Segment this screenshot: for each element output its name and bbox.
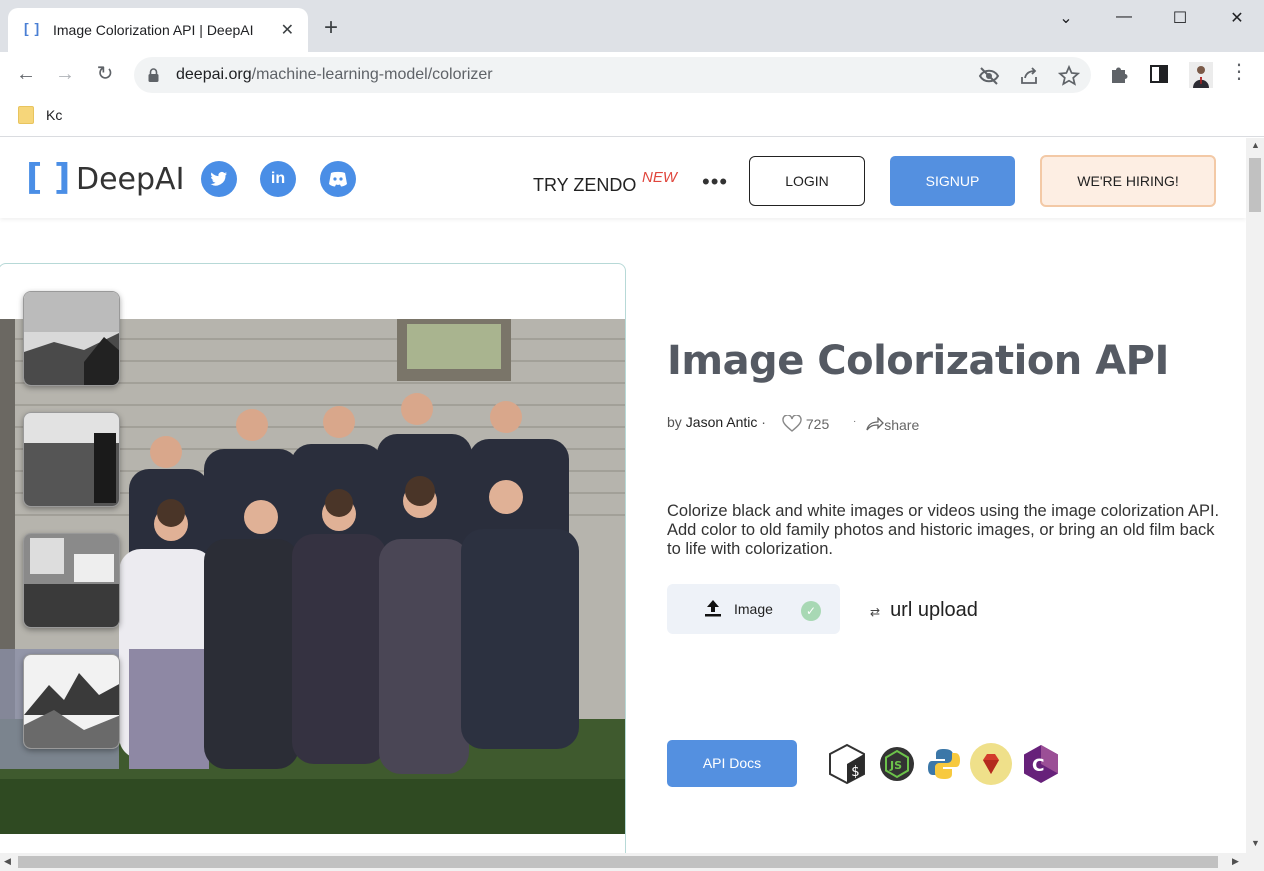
demo-image-card xyxy=(0,263,626,853)
forward-arrow-icon[interactable]: → xyxy=(53,63,77,85)
logo-bracket-right: ] xyxy=(54,157,71,198)
bookmarks-bar: Kc xyxy=(0,98,1264,137)
logo-name: DeepAI xyxy=(76,162,185,197)
web-page: [ ] DeepAI in TRY ZENDO NEW ••• LOGIN SI… xyxy=(0,138,1246,853)
new-badge: NEW xyxy=(642,169,677,186)
try-zendo-link[interactable]: TRY ZENDO xyxy=(533,175,636,196)
csharp-icon[interactable]: C xyxy=(1020,743,1062,785)
new-tab-button[interactable]: + xyxy=(324,16,338,40)
shell-icon[interactable]: $ xyxy=(826,743,868,785)
twitter-icon[interactable] xyxy=(201,161,237,197)
model-description: Colorize black and white images or video… xyxy=(667,502,1220,558)
maximize-icon[interactable]: ☐ xyxy=(1165,8,1195,28)
vertical-scroll-thumb[interactable] xyxy=(1249,158,1261,212)
folder-icon xyxy=(18,106,34,124)
sample-thumbnail-protest[interactable] xyxy=(23,533,120,628)
share-link[interactable]: · share xyxy=(853,416,920,433)
svg-text:JS: JS xyxy=(889,759,902,772)
svg-text:$: $ xyxy=(851,764,859,780)
vertical-scrollbar[interactable]: ▲ ▼ xyxy=(1246,138,1264,853)
sample-thumbnail-peaks[interactable] xyxy=(23,654,120,749)
byline-separator: · xyxy=(761,414,766,430)
tab-close-icon[interactable]: ✕ xyxy=(281,20,294,40)
tab-strip: [ ] Image Colorization API | DeepAI ✕ + … xyxy=(0,0,1264,52)
scroll-down-arrow-icon[interactable]: ▼ xyxy=(1251,838,1260,848)
logo-bracket-left: [ xyxy=(26,157,43,198)
horizontal-scrollbar[interactable]: ◀ ▶ xyxy=(0,853,1264,871)
bookmark-star-icon[interactable] xyxy=(1058,65,1080,87)
thumbnail-mountain-image xyxy=(24,292,119,385)
scroll-right-arrow-icon[interactable]: ▶ xyxy=(1232,856,1239,867)
upload-icon xyxy=(705,600,721,617)
tab-search-chevron-down-icon[interactable]: ⌄ xyxy=(1051,8,1081,28)
svg-text:C: C xyxy=(1032,756,1044,776)
like-count: 725 xyxy=(805,416,830,432)
browser-toolbar: ← → ↻ deepai.org/machine-learning-model/… xyxy=(0,52,1264,98)
thumbnail-crowd-image xyxy=(24,413,119,506)
author-link[interactable]: Jason Antic xyxy=(686,414,758,430)
page-title: Image Colorization API xyxy=(667,338,1169,384)
linkedin-glyph: in xyxy=(270,170,286,187)
hiring-button[interactable]: WE'RE HIRING! xyxy=(1040,155,1216,207)
tab-title: Image Colorization API | DeepAI xyxy=(53,22,254,38)
browser-tab[interactable]: [ ] Image Colorization API | DeepAI ✕ xyxy=(8,8,308,52)
signup-button[interactable]: SIGNUP xyxy=(890,156,1015,206)
api-docs-button[interactable]: API Docs xyxy=(667,740,797,787)
nodejs-icon[interactable]: JS xyxy=(876,743,918,785)
scroll-left-arrow-icon[interactable]: ◀ xyxy=(4,856,11,867)
extensions-puzzle-icon[interactable] xyxy=(1108,63,1130,85)
share-separator: · xyxy=(853,416,857,427)
lock-icon xyxy=(148,68,159,82)
url-upload-toggle[interactable]: ⇄ url upload xyxy=(870,599,978,622)
byline: by Jason Antic · xyxy=(667,414,766,430)
address-bar[interactable]: deepai.org/machine-learning-model/colori… xyxy=(134,57,1091,93)
upload-image-label: Image xyxy=(734,601,773,617)
profile-avatar-icon[interactable] xyxy=(1189,62,1213,88)
back-arrow-icon[interactable]: ← xyxy=(14,63,38,85)
share-arrow-icon xyxy=(866,416,885,431)
scroll-up-arrow-icon[interactable]: ▲ xyxy=(1251,140,1260,150)
discord-icon[interactable] xyxy=(320,161,356,197)
upload-image-button[interactable]: Image ✓ xyxy=(667,584,840,634)
deepai-favicon-icon: [ ] xyxy=(24,20,41,36)
heart-icon xyxy=(782,414,802,432)
horizontal-scroll-thumb[interactable] xyxy=(18,856,1218,868)
sample-thumbnail-mountain[interactable] xyxy=(23,291,120,386)
site-header: [ ] DeepAI in TRY ZENDO NEW ••• LOGIN SI… xyxy=(0,138,1246,218)
like-button[interactable]: 725 xyxy=(782,414,830,433)
linkedin-icon[interactable]: in xyxy=(260,161,296,197)
reload-icon[interactable]: ↻ xyxy=(93,63,117,85)
share-icon[interactable] xyxy=(1018,65,1040,87)
thumbnail-protest-image xyxy=(24,534,119,627)
thumbnail-peaks-image xyxy=(24,655,119,748)
url-upload-label: url upload xyxy=(890,599,978,621)
share-label: share xyxy=(884,417,920,433)
sample-thumbnail-crowd[interactable] xyxy=(23,412,120,507)
login-button[interactable]: LOGIN xyxy=(749,156,865,206)
url-path: /machine-learning-model/colorizer xyxy=(251,66,493,83)
by-label: by xyxy=(667,414,682,430)
more-menu-button[interactable]: ••• xyxy=(702,169,728,195)
menu-kebab-icon[interactable]: ⋮ xyxy=(1227,61,1251,83)
url-domain: deepai.org xyxy=(176,66,252,83)
ruby-icon[interactable] xyxy=(970,743,1012,785)
minimize-icon[interactable]: — xyxy=(1109,8,1139,26)
eye-off-icon[interactable] xyxy=(978,65,1000,87)
close-window-icon[interactable]: ✕ xyxy=(1222,8,1252,28)
side-panel-icon[interactable] xyxy=(1148,63,1170,85)
bookmark-kc[interactable]: Kc xyxy=(46,107,62,123)
url-text: deepai.org/machine-learning-model/colori… xyxy=(176,66,493,84)
swap-arrows-icon: ⇄ xyxy=(870,605,881,619)
python-icon[interactable] xyxy=(923,743,965,785)
check-icon: ✓ xyxy=(801,601,821,621)
